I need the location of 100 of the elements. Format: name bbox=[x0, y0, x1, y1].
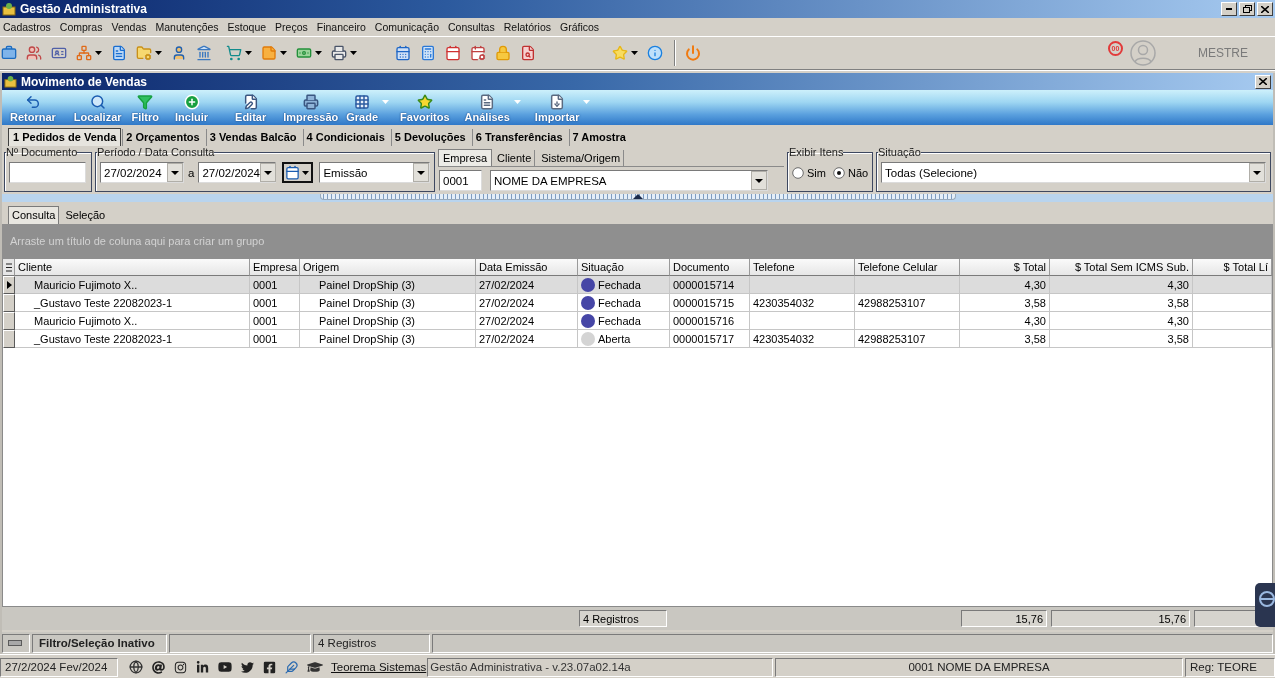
calendar-gear-icon[interactable] bbox=[470, 45, 486, 61]
caret-icon[interactable] bbox=[350, 51, 357, 55]
column-header[interactable]: Telefone Celular bbox=[855, 259, 960, 276]
row-selector[interactable] bbox=[3, 276, 15, 294]
twitter-icon[interactable] bbox=[241, 660, 254, 674]
splitter-grip[interactable] bbox=[319, 194, 956, 200]
caret-icon[interactable] bbox=[245, 51, 252, 55]
feather-icon[interactable] bbox=[285, 660, 298, 674]
tab[interactable]: 6 Transferências bbox=[470, 128, 568, 146]
caret-icon[interactable] bbox=[315, 51, 322, 55]
search-icon bbox=[89, 93, 106, 110]
menu-item[interactable]: Comunicação bbox=[374, 21, 439, 33]
company-dropdown[interactable]: NOME DA EMPRESA bbox=[490, 170, 768, 191]
at-sign-icon[interactable] bbox=[152, 660, 165, 674]
column-header[interactable]: Documento bbox=[670, 259, 750, 276]
table-row[interactable]: Mauricio Fujimoto X.. 0001 Painel DropShip (3) 27/02/2024 Fechada 0000015714 4,30 4,30 bbox=[3, 276, 1272, 294]
plus-circle-icon bbox=[183, 93, 200, 110]
youtube-icon[interactable] bbox=[218, 660, 232, 674]
calculator-icon[interactable] bbox=[420, 45, 436, 61]
document-icon[interactable] bbox=[111, 45, 127, 61]
tab[interactable]: 7 Amostra bbox=[567, 128, 631, 146]
menu-item[interactable]: Relatórios bbox=[503, 21, 551, 33]
caret-icon[interactable] bbox=[280, 51, 287, 55]
menu-item[interactable]: Cadastros bbox=[3, 21, 51, 33]
column-header[interactable]: Cliente bbox=[15, 259, 250, 276]
company-code-field[interactable]: 0001 bbox=[439, 170, 482, 191]
calendar-button[interactable] bbox=[282, 162, 314, 183]
status-dropdown[interactable]: Todas (Selecione) bbox=[881, 162, 1266, 183]
tab[interactable]: 3 Vendas Balcão bbox=[204, 128, 302, 146]
table-cell: 4230354032 bbox=[750, 330, 855, 348]
close-button[interactable] bbox=[1255, 74, 1271, 89]
date-field[interactable]: 27/02/2024 bbox=[100, 162, 184, 183]
column-header[interactable]: $ Total Lí bbox=[1193, 259, 1272, 276]
calendar-icon[interactable] bbox=[445, 45, 461, 61]
tab[interactable]: 5 Devoluções bbox=[389, 128, 471, 146]
column-header[interactable]: Telefone bbox=[750, 259, 855, 276]
column-header[interactable]: $ Total Sem ICMS Sub. bbox=[1050, 259, 1193, 276]
tab[interactable]: 2 Orçamentos bbox=[121, 128, 205, 146]
person-icon[interactable] bbox=[171, 45, 187, 61]
row-selector[interactable] bbox=[3, 330, 15, 348]
caret-icon[interactable] bbox=[631, 51, 638, 55]
facebook-icon[interactable] bbox=[263, 660, 276, 674]
menu-item[interactable]: Vendas bbox=[111, 21, 147, 33]
column-header[interactable]: Origem bbox=[300, 259, 476, 276]
menu-item[interactable]: Preços bbox=[275, 21, 308, 33]
linkedin-icon[interactable] bbox=[196, 660, 209, 674]
globe-icon[interactable] bbox=[129, 660, 143, 674]
company-link[interactable]: Teorema Sistemas bbox=[331, 661, 427, 673]
tab[interactable]: Consulta bbox=[8, 206, 60, 224]
table-row[interactable]: _Gustavo Teste 22082023-1 0001 Painel DropShip (3) 27/02/2024 Fechada 0000015715 4230354032 42988253107 3,58 3,58 bbox=[3, 294, 1272, 312]
column-menu-button[interactable] bbox=[3, 259, 15, 276]
tab[interactable]: 4 Condicionais bbox=[301, 128, 390, 146]
graduation-cap-icon[interactable] bbox=[307, 659, 323, 675]
menu-item[interactable]: Financeiro bbox=[316, 21, 366, 33]
date-field[interactable]: 27/02/2024 bbox=[198, 162, 277, 183]
minimize-button[interactable] bbox=[1221, 2, 1237, 16]
document-field[interactable] bbox=[9, 162, 86, 183]
date-type-dropdown[interactable]: Emissão bbox=[319, 162, 431, 183]
tab[interactable]: 1 Pedidos de Venda bbox=[8, 128, 122, 146]
caret-icon[interactable] bbox=[155, 51, 162, 55]
row-selector[interactable] bbox=[3, 294, 15, 312]
table-row[interactable]: Mauricio Fujimoto X.. 0001 Painel DropShip (3) 27/02/2024 Fechada 0000015716 4,30 4,30 bbox=[3, 312, 1272, 330]
radio-option[interactable]: Não bbox=[832, 166, 869, 179]
caret-icon[interactable] bbox=[95, 51, 102, 55]
people-icon[interactable] bbox=[26, 45, 42, 61]
radio-option[interactable]: Sim bbox=[792, 166, 826, 179]
row-selector[interactable] bbox=[3, 312, 15, 330]
column-header[interactable]: Situação bbox=[578, 259, 670, 276]
tab[interactable]: Sistema/Origem bbox=[536, 149, 626, 166]
calendar-icon[interactable] bbox=[395, 45, 411, 61]
column-header[interactable]: $ Total bbox=[960, 259, 1050, 276]
restore-button[interactable] bbox=[1239, 2, 1255, 16]
tab[interactable]: Empresa bbox=[438, 149, 493, 166]
briefcase-icon[interactable] bbox=[1, 45, 17, 61]
menu-item[interactable]: Estoque bbox=[227, 21, 267, 33]
close-button[interactable] bbox=[1257, 2, 1273, 16]
table-row[interactable]: _Gustavo Teste 22082023-1 0001 Painel DropShip (3) 27/02/2024 Aberta 0000015717 4230354032 42988253107 3,58 3,58 bbox=[3, 330, 1272, 348]
menu-item[interactable]: Consultas bbox=[448, 21, 495, 33]
column-header[interactable]: Data Emissão bbox=[476, 259, 578, 276]
tab[interactable]: Seleção bbox=[61, 206, 110, 224]
id-card-icon[interactable] bbox=[51, 45, 67, 61]
info-icon[interactable] bbox=[647, 45, 663, 61]
range-separator: a bbox=[188, 166, 195, 179]
side-handle-icon[interactable] bbox=[1255, 583, 1275, 627]
tab[interactable]: Cliente bbox=[492, 149, 537, 166]
menu-item[interactable]: Gráficos bbox=[560, 21, 600, 33]
report-search-icon[interactable] bbox=[520, 45, 536, 61]
printer-icon[interactable] bbox=[331, 45, 347, 61]
instagram-icon[interactable] bbox=[174, 660, 187, 674]
column-header[interactable]: Empresa bbox=[250, 259, 300, 276]
menu-item[interactable]: Manutenções bbox=[155, 21, 219, 33]
summary-cell: 15,76 bbox=[961, 610, 1047, 627]
menu-item[interactable]: Compras bbox=[59, 21, 103, 33]
table-cell: 0000015717 bbox=[670, 330, 750, 348]
dropdown-caret-icon bbox=[382, 99, 390, 104]
printer-icon bbox=[302, 93, 319, 110]
bank-icon[interactable] bbox=[196, 45, 212, 61]
record-count: 4 Registros bbox=[313, 633, 430, 653]
close-icon bbox=[1261, 5, 1269, 13]
star-icon[interactable] bbox=[612, 45, 628, 61]
